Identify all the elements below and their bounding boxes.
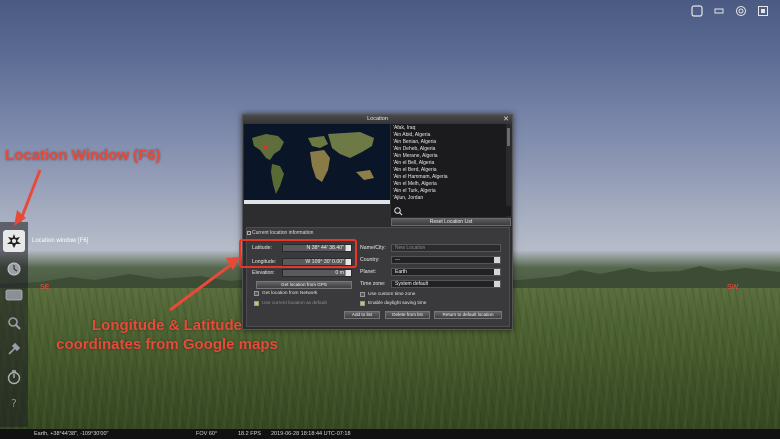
list-item[interactable]: 'Ain el Hammam, Algeria <box>393 174 448 180</box>
astronomical-calculations-icon[interactable] <box>3 366 25 388</box>
location-window-icon[interactable] <box>3 230 25 252</box>
scrollbar-thumb[interactable] <box>507 128 510 146</box>
top-toolbar <box>680 0 780 22</box>
network-checkbox-label: Get location from Network <box>262 291 318 296</box>
default-location-checkbox[interactable] <box>254 301 259 306</box>
status-datetime: 2019-06-28 18:18:44 UTC-07:18 <box>271 430 351 437</box>
annotation-coordinates: Longitude & Latitude coordinates from Go… <box>56 317 278 353</box>
return-default-location-button[interactable]: Return to default location <box>434 311 502 319</box>
current-info-toggle[interactable] <box>247 231 251 235</box>
status-fov: FOV 60° <box>196 430 218 437</box>
close-icon[interactable]: ✕ <box>502 115 510 124</box>
list-item[interactable]: 'Ain Merane, Algeria <box>393 153 438 159</box>
cardinal-left: SE <box>40 284 50 291</box>
coordinates-highlight-box <box>239 239 357 268</box>
date-time-icon[interactable] <box>3 258 25 280</box>
configuration-icon[interactable] <box>3 338 25 360</box>
timezone-value: System default <box>395 281 429 287</box>
list-item[interactable]: 'Ain el Bell, Algeria <box>393 160 434 166</box>
list-item[interactable]: 'Ain Abid, Algeria <box>393 132 430 138</box>
world-map[interactable] <box>244 124 390 204</box>
network-checkbox[interactable] <box>254 291 259 296</box>
planet-label: Planet: <box>360 269 377 275</box>
add-to-list-button[interactable]: Add to list <box>344 311 380 319</box>
toolbar-tooltip: Location window [F6] <box>32 238 89 244</box>
timezone-select[interactable]: System default <box>391 280 501 288</box>
reset-location-list-button[interactable]: Reset Location List <box>391 218 511 226</box>
list-item[interactable]: 'Ajlun, Jordan <box>393 195 423 201</box>
timezone-label: Time zone: <box>360 281 386 287</box>
city-list-scrollbar[interactable] <box>506 124 511 217</box>
elevation-label: Elevation: <box>252 270 275 276</box>
city-search-field[interactable] <box>391 206 511 216</box>
left-toolbar: ? <box>0 222 28 427</box>
chevron-down-icon <box>494 281 500 287</box>
country-value: --- <box>395 257 400 263</box>
status-fps: 18.2 FPS <box>238 430 261 437</box>
status-bar: Earth, +38°44'38", -109°30'00" FOV 60° 1… <box>0 429 780 439</box>
list-item[interactable]: 'Ain el Berd, Algeria <box>393 167 436 173</box>
current-info-label: Current location information <box>252 230 314 236</box>
svg-text:?: ? <box>11 397 17 410</box>
dst-checkbox[interactable] <box>360 301 365 306</box>
delete-from-list-button[interactable]: Delete from list <box>385 311 430 319</box>
fullscreen-icon[interactable] <box>754 2 772 20</box>
annotation-title: Location Window (F6) <box>5 147 161 164</box>
help-icon[interactable]: ? <box>3 392 25 414</box>
search-icon[interactable] <box>3 312 25 334</box>
search-icon <box>394 207 403 216</box>
get-location-gps-button[interactable]: Get location from GPS <box>256 281 352 289</box>
chevron-down-icon <box>494 257 500 263</box>
planet-value: Earth <box>395 269 407 275</box>
list-item[interactable]: 'Ain Deheb, Algeria <box>393 146 435 152</box>
city-list[interactable]: 'Afak, Iraq 'Ain Abid, Algeria 'Ain Beni… <box>391 124 511 217</box>
list-item[interactable]: 'Ain el Turk, Algeria <box>393 188 436 194</box>
target-icon[interactable] <box>732 2 750 20</box>
elevation-field[interactable]: 0 m <box>282 269 352 277</box>
planet-select[interactable]: Earth <box>391 268 501 276</box>
chevron-down-icon <box>494 269 500 275</box>
country-label: Country: <box>360 257 380 263</box>
list-item[interactable]: 'Ain el Melh, Algeria <box>393 181 437 187</box>
minimize-icon[interactable] <box>710 2 728 20</box>
list-item[interactable]: 'Afak, Iraq <box>393 125 415 131</box>
custom-timezone-label: Use custom time zone <box>368 292 416 297</box>
list-item[interactable]: 'Ain Benian, Algeria <box>393 139 436 145</box>
window-icon[interactable] <box>688 2 706 20</box>
location-window: Location ✕ 'Afak, Iraq 'Ain Abid, Algeri… <box>242 114 513 330</box>
dst-label: Enable daylight saving time <box>368 301 427 306</box>
name-city-label: Name/City: <box>360 245 386 251</box>
sky-viewing-icon[interactable] <box>3 284 25 306</box>
country-select[interactable]: --- <box>391 256 501 264</box>
window-title: Location <box>243 115 512 124</box>
elevation-value: 0 m <box>335 270 344 276</box>
elevation-spinner[interactable] <box>345 270 351 276</box>
name-city-input[interactable]: New Location <box>391 244 501 252</box>
custom-timezone-checkbox[interactable] <box>360 292 365 297</box>
default-location-label: Use current location as default <box>262 301 327 306</box>
status-location: Earth, +38°44'38", -109°30'00" <box>34 430 109 437</box>
cardinal-right: SW <box>727 284 739 291</box>
